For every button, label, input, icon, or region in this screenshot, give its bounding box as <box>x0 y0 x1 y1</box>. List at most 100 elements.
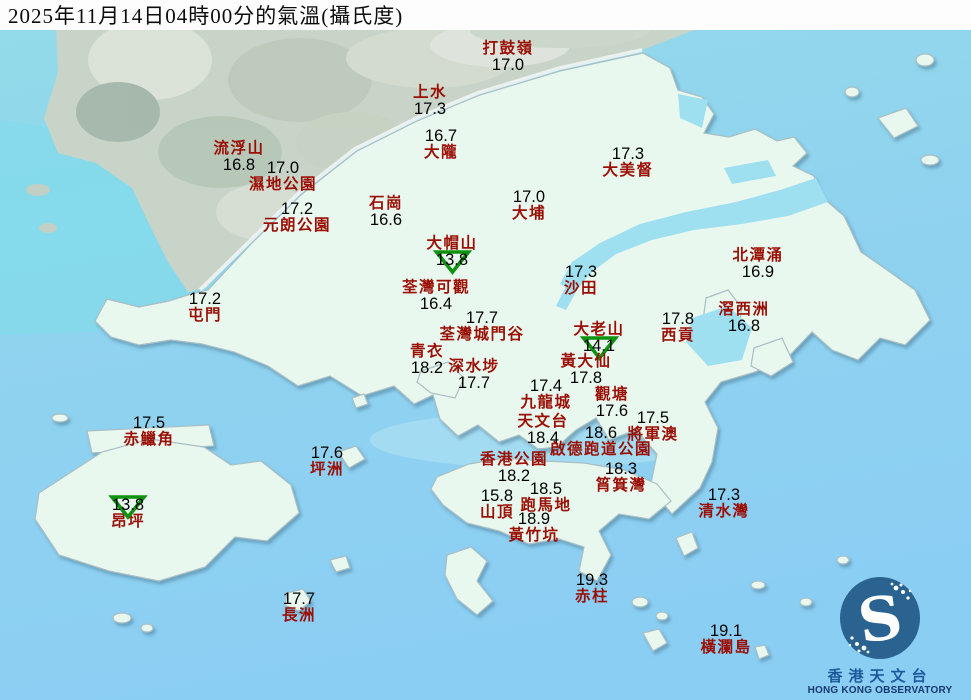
station-石崗: 石崗 16.6 <box>369 196 403 229</box>
station-跑馬地: 18.5 跑馬地 <box>520 481 571 514</box>
station-temperature: 19.1 <box>709 622 743 640</box>
station-temperature: 17.0 <box>491 55 525 74</box>
station-temperature: 18.9 <box>517 510 551 528</box>
station-name: 濕地公園 <box>248 175 318 193</box>
station-name: 荃灣可觀 <box>401 279 471 296</box>
station-temperature: 16.7 <box>424 127 458 145</box>
station-name: 橫瀾島 <box>700 638 752 656</box>
station-大隴: 16.7 大隴 <box>424 128 458 161</box>
station-temperature: 17.0 <box>512 188 546 206</box>
station-temperature: 18.2 <box>410 358 444 377</box>
station-name: 大隴 <box>423 143 459 161</box>
station-temperature: 18.3 <box>604 460 638 478</box>
station-name: 香港公園 <box>479 451 549 468</box>
station-temperature: 17.2 <box>280 200 314 218</box>
hko-logo-icon: S <box>840 576 920 659</box>
station-name: 觀塘 <box>594 386 630 403</box>
title-bar: 2025年11月14日04時00分的氣溫(攝氏度) <box>0 0 971 30</box>
station-temperature: 17.8 <box>661 310 695 328</box>
station-temperature: 17.7 <box>465 309 499 327</box>
station-temperature: 17.3 <box>564 263 598 281</box>
station-赤柱: 19.3 赤柱 <box>575 572 609 605</box>
station-九龍城: 17.4 九龍城 <box>520 378 571 411</box>
station-temperature: 18.6 <box>584 424 618 442</box>
station-name: 黃竹坑 <box>508 526 560 544</box>
station-屯門: 17.2 屯門 <box>188 291 222 324</box>
station-上水: 上水 17.3 <box>413 85 447 118</box>
station-temperature: 16.8 <box>727 316 761 335</box>
station-昂坪: 13.8 昂坪 <box>108 495 148 530</box>
station-temperature: 13.8 <box>426 249 477 275</box>
station-沙田: 17.3 沙田 <box>564 264 598 297</box>
station-name: 青衣 <box>409 343 445 360</box>
station-西貢: 17.8 西貢 <box>661 311 695 344</box>
station-name: 赤柱 <box>574 587 610 605</box>
station-name: 打鼓嶺 <box>482 40 534 57</box>
station-name: 荃灣城門谷 <box>439 325 525 343</box>
station-大帽山: 大帽山 13.8 <box>426 236 477 275</box>
station-temperature: 17.2 <box>188 290 222 308</box>
station-大美督: 17.3 大美督 <box>602 146 653 179</box>
station-temperature: 16.9 <box>741 262 775 281</box>
station-name: 滘西洲 <box>718 301 770 318</box>
station-temperature: 17.6 <box>595 401 629 420</box>
station-temperature: 17.3 <box>413 99 447 118</box>
station-深水埗: 深水埗 17.7 <box>448 359 499 392</box>
station-啟德跑道公園: 18.6 啟德跑道公園 <box>550 425 652 458</box>
station-temperature: 13.8 <box>108 495 148 520</box>
station-長洲: 17.7 長洲 <box>282 591 316 624</box>
station-name: 九龍城 <box>520 393 572 411</box>
station-name: 大美督 <box>602 161 654 179</box>
station-name: 石崗 <box>368 195 404 212</box>
station-北潭涌: 北潭涌 16.9 <box>732 248 783 281</box>
page-title: 2025年11月14日04時00分的氣溫(攝氏度) <box>8 4 404 28</box>
station-大老山: 大老山 14.1 <box>573 322 624 361</box>
station-荃灣城門谷: 17.7 荃灣城門谷 <box>439 310 524 343</box>
station-name: 啟德跑道公園 <box>549 440 653 458</box>
station-name: 坪洲 <box>309 460 345 478</box>
station-name: 筲箕灣 <box>595 476 647 494</box>
station-temperature: 15.8 <box>480 487 514 505</box>
station-筲箕灣: 18.3 筲箕灣 <box>595 461 646 494</box>
station-橫瀾島: 19.1 橫瀾島 <box>700 623 751 656</box>
station-temperature: 17.3 <box>707 486 741 504</box>
station-打鼓嶺: 打鼓嶺 17.0 <box>482 41 533 74</box>
station-temperature: 17.6 <box>310 444 344 462</box>
station-元朗公園: 17.2 元朗公園 <box>263 201 331 234</box>
hko-logo: S 香港天文台 HONG KONG OBSERVATORY <box>795 576 965 698</box>
hko-temperature-map-screen: 打鼓嶺 17.0 上水 17.3 16.7 大隴 流浮山 16.8 17.0 濕地公園 17.3 大美… <box>0 0 971 700</box>
station-name: 長洲 <box>281 606 317 624</box>
hko-logo-chinese-name: 香港天文台 <box>827 668 933 685</box>
station-滘西洲: 滘西洲 16.8 <box>718 302 769 335</box>
station-name: 黃大仙 <box>560 353 612 370</box>
station-荃灣可觀: 荃灣可觀 16.4 <box>402 280 470 313</box>
station-temperature: 17.5 <box>132 414 166 432</box>
station-temperature: 18.5 <box>529 480 563 498</box>
station-temperature: 17.3 <box>611 145 645 163</box>
station-黃竹坑: 18.9 黃竹坑 <box>508 511 559 544</box>
station-大埔: 17.0 大埔 <box>512 189 546 222</box>
station-name: 北潭涌 <box>732 247 784 264</box>
hko-logo-english-name: HONG KONG OBSERVATORY <box>807 685 953 696</box>
station-濕地公園: 17.0 濕地公園 <box>249 160 317 193</box>
station-name: 清水灣 <box>698 502 750 520</box>
station-name: 屯門 <box>187 306 223 324</box>
station-temperature: 17.7 <box>457 373 491 392</box>
station-name: 西貢 <box>660 326 696 344</box>
station-坪洲: 17.6 坪洲 <box>310 445 344 478</box>
station-name: 上水 <box>412 84 448 101</box>
station-name: 沙田 <box>563 279 599 297</box>
station-name: 流浮山 <box>213 140 265 157</box>
station-temperature-value: 13.8 <box>111 496 145 514</box>
station-name: 赤鱲角 <box>123 430 175 448</box>
station-name: 深水埗 <box>448 358 500 375</box>
station-temperature: 17.4 <box>529 377 563 395</box>
station-清水灣: 17.3 清水灣 <box>698 487 749 520</box>
station-temperature: 16.6 <box>369 210 403 229</box>
station-temperature: 17.0 <box>266 159 300 177</box>
station-青衣: 青衣 18.2 <box>410 344 444 377</box>
station-temperature-value: 13.8 <box>435 250 469 269</box>
station-temperature: 19.3 <box>575 571 609 589</box>
station-temperature: 17.7 <box>282 590 316 608</box>
station-name: 元朗公園 <box>262 216 332 234</box>
